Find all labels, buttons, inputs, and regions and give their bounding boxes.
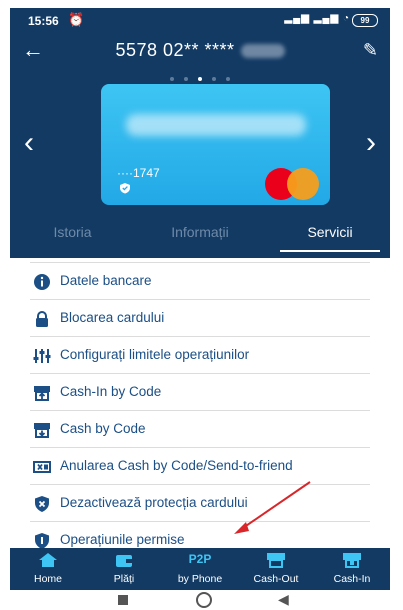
back-triangle-icon[interactable]: ◀: [278, 591, 289, 608]
nav-plati[interactable]: Plăți: [86, 548, 162, 590]
nav-label: Plăți: [113, 573, 135, 585]
home-circle-icon[interactable]: [196, 592, 212, 608]
annotation-arrow-icon: [234, 481, 311, 534]
nav-label: by Phone: [177, 573, 223, 585]
nav-p2p[interactable]: P2P by Phone: [162, 548, 238, 590]
system-nav-bar: ◀: [10, 590, 390, 610]
bottom-nav: Home Plăți P2P by Phone Cash-Out Cash-In: [10, 548, 390, 590]
nav-home[interactable]: Home: [10, 548, 86, 590]
nav-cash-out[interactable]: Cash-Out: [238, 548, 314, 590]
p2p-label: P2P: [188, 552, 212, 566]
atm-out-icon: [266, 552, 286, 568]
nav-cash-in[interactable]: Cash-In: [314, 548, 390, 590]
home-icon: [38, 552, 58, 568]
nav-label: Home: [33, 573, 62, 585]
wallet-icon: [114, 552, 134, 568]
phone-screen: 15:56 ⏰ ▂▄▆ ▂▄▆ ◔ 99 ← 5578 02** **** ✎ …: [10, 8, 390, 610]
nav-label: Cash-Out: [253, 573, 299, 585]
nav-label: Cash-In: [333, 573, 371, 585]
recents-square-icon[interactable]: [118, 595, 128, 605]
atm-in-icon: [342, 552, 362, 568]
